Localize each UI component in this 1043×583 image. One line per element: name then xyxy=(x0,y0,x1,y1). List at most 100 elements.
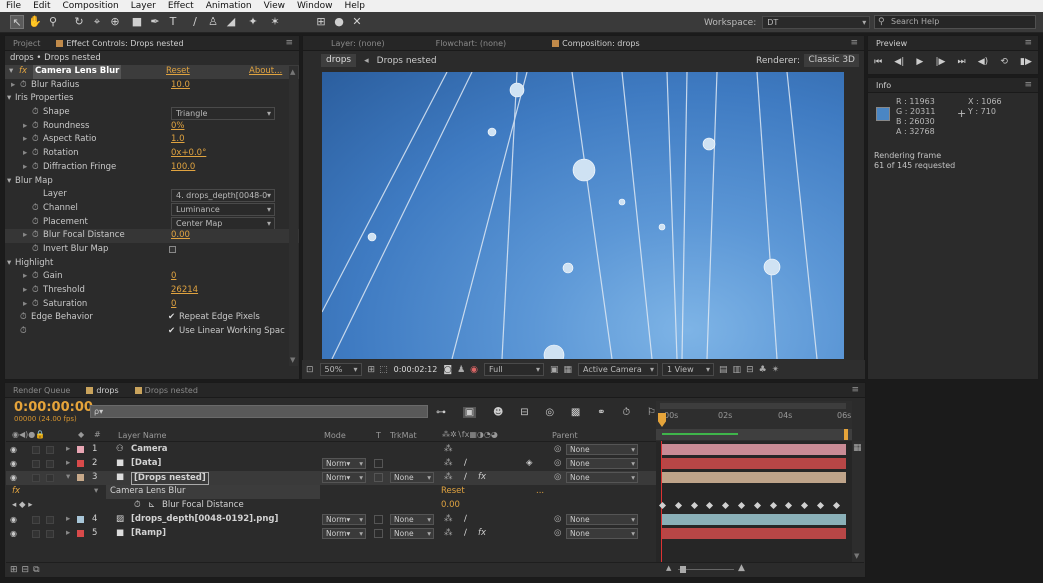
stopwatch-icon[interactable]: ⏱ xyxy=(32,243,39,257)
enable-frame-blending-icon[interactable]: ⊟ xyxy=(520,407,528,418)
view-axis-icon[interactable]: ✕ xyxy=(350,15,364,29)
view-layout-dropdown[interactable]: 1 View xyxy=(662,363,715,376)
pen-tool-icon[interactable]: ✒ xyxy=(148,15,162,29)
play-icon[interactable]: ▶ xyxy=(916,57,923,67)
ram-preview-icon[interactable]: ▮▶ xyxy=(1020,57,1032,67)
layer-duration-bar[interactable] xyxy=(662,444,846,455)
next-frame-icon[interactable]: |▶ xyxy=(935,57,945,67)
stopwatch-icon[interactable]: ⏱ xyxy=(20,79,27,93)
shy-switch-icon[interactable]: ⁂ xyxy=(444,443,453,457)
property-value[interactable]: 10.0 xyxy=(171,79,190,93)
preserve-transparency-checkbox[interactable] xyxy=(374,515,383,524)
parent-dropdown[interactable]: None xyxy=(566,528,638,539)
solo-switch[interactable] xyxy=(32,460,40,468)
selection-tool-icon[interactable]: ↖ xyxy=(10,15,24,29)
shy-switch-icon[interactable]: ⁂ xyxy=(444,513,453,527)
menu-composition[interactable]: Composition xyxy=(57,0,125,12)
stopwatch-icon[interactable]: ⏱ xyxy=(32,270,39,284)
twirl-closed-icon[interactable]: ▸ xyxy=(66,513,70,527)
menu-view[interactable]: View xyxy=(258,0,291,12)
fit-icon[interactable]: ⊞ xyxy=(368,365,376,375)
property-value[interactable]: 0 xyxy=(171,270,176,284)
lock-switch[interactable] xyxy=(46,460,54,468)
tab-composition[interactable]: Composition: drops xyxy=(544,36,648,51)
twirl-closed-icon[interactable]: ▸ xyxy=(23,229,27,243)
layer-duration-bar[interactable] xyxy=(662,458,846,469)
stopwatch-icon[interactable]: ⏱ xyxy=(32,120,39,134)
toggle-pixel-aspect-icon[interactable]: ▤ xyxy=(719,365,728,375)
region-of-interest-icon[interactable]: ⬚ xyxy=(379,365,388,375)
rectangle-tool-icon[interactable]: ■ xyxy=(130,15,144,29)
eraser-tool-icon[interactable]: ◢ xyxy=(224,15,238,29)
layer-name-header[interactable]: Layer Name xyxy=(118,431,166,440)
panel-menu-icon[interactable]: ≡ xyxy=(285,36,293,51)
effect-row[interactable]: fx ▾ Camera Lens Blur Reset ... xyxy=(6,485,656,499)
scroll-down-icon[interactable]: ▼ xyxy=(854,552,859,560)
work-area-bar[interactable] xyxy=(660,403,846,409)
quality-switch-icon[interactable]: ∕ xyxy=(464,471,467,485)
pick-whip-icon[interactable]: ◎ xyxy=(554,443,561,457)
twirl-closed-icon[interactable]: ▸ xyxy=(23,298,27,312)
property-row[interactable]: ◂ ◆ ▸ ⏱ ⊾ Blur Focal Distance 0.00 xyxy=(6,499,656,513)
eye-icon[interactable]: ◉ xyxy=(10,513,17,527)
quality-switch-icon[interactable]: ∕ xyxy=(464,527,467,541)
twirl-open-icon[interactable]: ▾ xyxy=(66,471,70,485)
twirl-closed-icon[interactable]: ▸ xyxy=(23,120,27,134)
label-color-swatch[interactable] xyxy=(77,530,84,537)
search-help-field[interactable]: ⚲ Search Help xyxy=(874,15,1036,29)
layer-duration-bar[interactable] xyxy=(662,528,846,539)
table-row[interactable]: ◉ ▸ 4 ▨ [drops_depth[0048-0192].png] Norm… xyxy=(6,513,656,527)
panel-menu-icon[interactable]: ≡ xyxy=(1024,78,1032,93)
graph-icon[interactable]: ⊾ xyxy=(148,499,155,513)
motion-blur-icon[interactable]: ◎ xyxy=(545,407,554,418)
timeline-scrollbar[interactable]: ▦ ▼ xyxy=(852,441,864,562)
composition-viewer[interactable] xyxy=(322,72,844,359)
twirl-closed-icon[interactable]: ▸ xyxy=(66,443,70,457)
eye-icon[interactable]: ◉ xyxy=(10,471,17,485)
timeline-search-field[interactable]: ρ▾ xyxy=(90,405,428,418)
track-matte-dropdown[interactable]: None xyxy=(390,514,434,525)
timeline-link-icon[interactable]: ▥ xyxy=(733,365,742,375)
property-dropdown[interactable]: 4. drops_depth[0048-0 xyxy=(171,189,275,203)
eye-icon[interactable]: ◉ xyxy=(10,527,17,541)
layer-name[interactable]: [Data] xyxy=(131,457,161,471)
hand-tool-icon[interactable]: ✋ xyxy=(28,15,42,29)
scroll-up-icon[interactable]: ▲ xyxy=(290,68,295,76)
parent-dropdown[interactable]: None xyxy=(566,472,638,483)
keyframe-icon[interactable] xyxy=(722,501,730,510)
menu-edit[interactable]: Edit xyxy=(27,0,56,12)
live-update-icon[interactable]: ⚐ xyxy=(647,407,656,418)
puppet-tool-icon[interactable]: ✶ xyxy=(268,15,282,29)
show-snapshot-icon[interactable]: ♟ xyxy=(457,365,465,375)
current-time-indicator[interactable] xyxy=(658,413,666,427)
expand-modes-icon[interactable]: ⊟ xyxy=(22,565,30,575)
menu-layer[interactable]: Layer xyxy=(125,0,162,12)
panel-menu-icon[interactable]: ≡ xyxy=(851,383,859,398)
label-color-swatch[interactable] xyxy=(77,446,84,453)
solo-switch[interactable] xyxy=(32,474,40,482)
zoom-tool-icon[interactable]: ⚲ xyxy=(46,15,60,29)
stopwatch-icon[interactable]: ⏱ xyxy=(32,161,39,175)
twirl-closed-icon[interactable]: ▸ xyxy=(66,527,70,541)
property-value[interactable]: 0.00 xyxy=(171,229,190,243)
magnification-dropdown[interactable]: 50% xyxy=(319,363,362,376)
stopwatch-icon[interactable]: ⏱ xyxy=(32,229,39,243)
comp-mini-flowchart-icon[interactable]: ⊶ xyxy=(436,407,446,418)
menu-help[interactable]: Help xyxy=(338,0,371,12)
pick-whip-icon[interactable]: ◎ xyxy=(554,457,561,471)
transparency-grid-icon[interactable]: ▦ xyxy=(564,365,573,375)
pick-whip-icon[interactable]: ◎ xyxy=(554,527,561,541)
layer-name[interactable]: [Drops nested] xyxy=(131,472,209,485)
zoom-out-icon[interactable]: ▲ xyxy=(666,564,671,572)
comp-nav-drops-nested[interactable]: Drops nested xyxy=(377,56,437,66)
keyframe-icon[interactable] xyxy=(674,501,682,510)
blend-mode-dropdown[interactable]: Norm▾ xyxy=(322,458,366,469)
menu-file[interactable]: File xyxy=(0,0,27,12)
tab-layer[interactable]: Layer: (none) xyxy=(323,36,393,51)
world-axis-icon[interactable]: ● xyxy=(332,15,346,29)
stopwatch-icon[interactable]: ⏱ xyxy=(134,499,141,513)
solo-switch[interactable] xyxy=(32,516,40,524)
effect-controls-scrollbar[interactable]: ▲ ▼ xyxy=(289,66,298,366)
checked-checkbox-icon[interactable]: ✔ xyxy=(168,311,175,325)
twirl-open-icon[interactable]: ▾ xyxy=(94,485,98,499)
